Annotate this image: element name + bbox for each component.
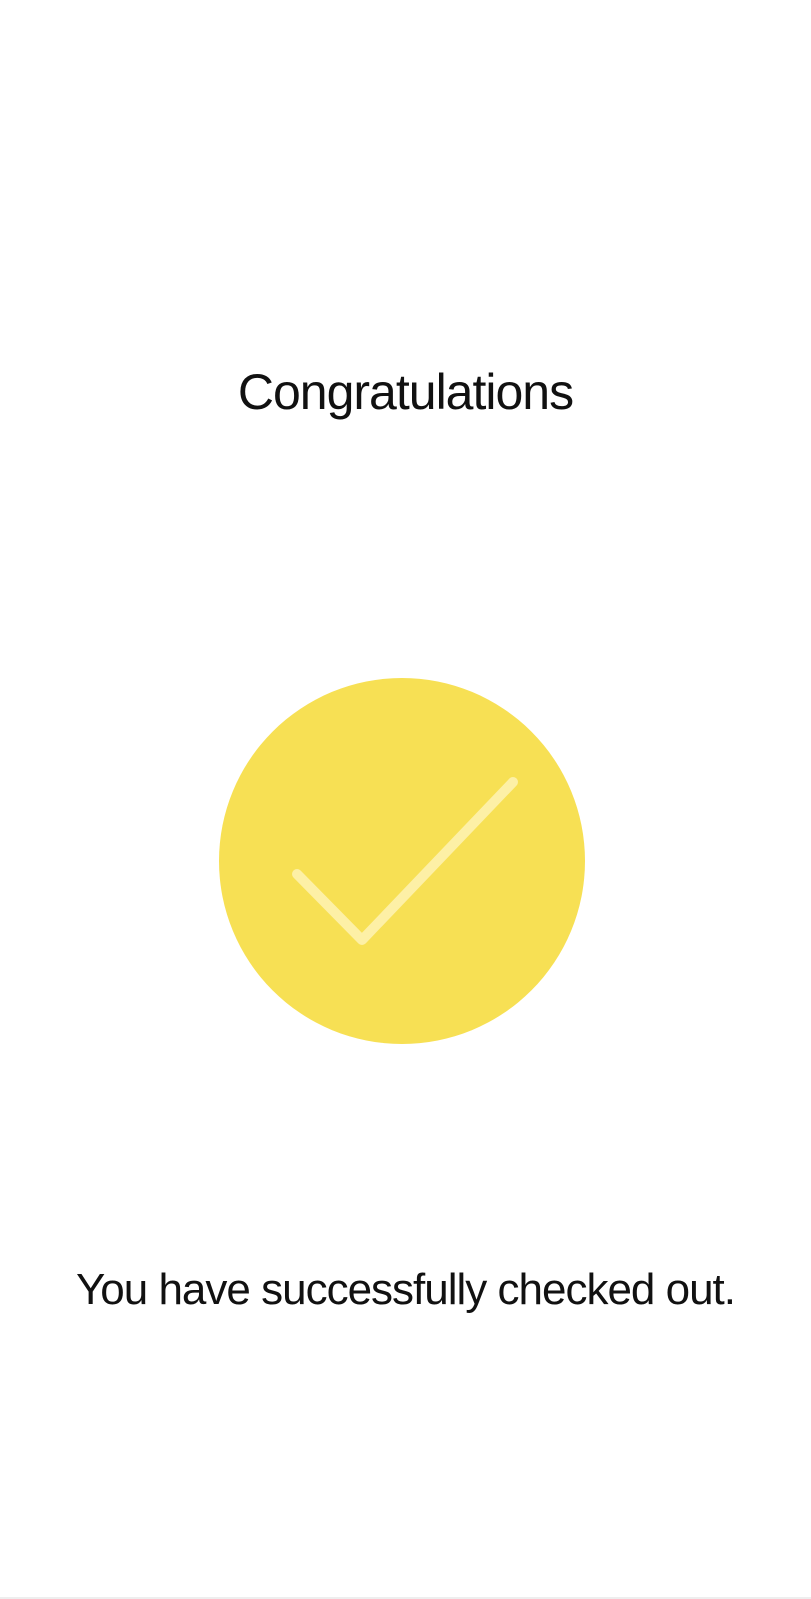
page-title: Congratulations: [237, 364, 574, 420]
success-badge: [219, 678, 585, 1044]
success-message: You have successfully checked out.: [75, 1265, 736, 1314]
checkmark-icon: [292, 777, 518, 945]
